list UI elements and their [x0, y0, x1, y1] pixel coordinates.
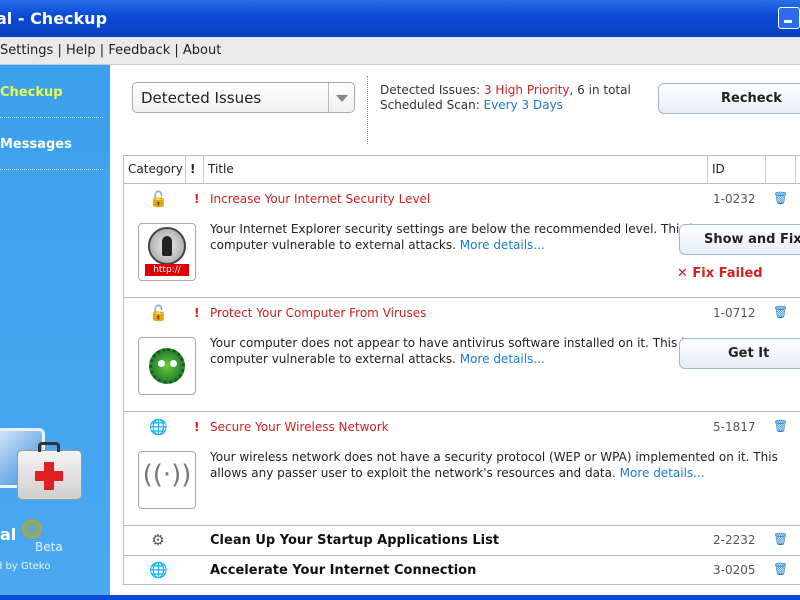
- by-gteko: d by Gteko: [0, 561, 51, 572]
- window-title: al - Checkup: [0, 9, 108, 28]
- detected-issues-summary: Detected Issues: 3 High Priority, 6 in t…: [380, 83, 631, 97]
- x-icon: ✕: [677, 266, 693, 281]
- table-row[interactable]: ⚙ Clean Up Your Startup Applications Lis…: [124, 526, 800, 556]
- scheduled-scan: Scheduled Scan: Every 3 Days: [380, 98, 563, 112]
- issue-title[interactable]: Protect Your Computer From Viruses: [210, 306, 426, 320]
- label: Scheduled Scan:: [380, 98, 484, 112]
- trash-icon[interactable]: 🗑: [773, 305, 788, 319]
- security-keyhole-icon: http://: [138, 223, 196, 281]
- table-row[interactable]: 🌐 ! Secure Your Wireless Network 5-1817 …: [124, 412, 800, 526]
- sidebar-item-checkup[interactable]: Checkup: [0, 85, 63, 100]
- divider: [0, 169, 103, 170]
- beta-label: Beta: [35, 540, 63, 554]
- trash-icon[interactable]: 🗑: [773, 562, 788, 576]
- issue-id: 1-0232: [713, 192, 756, 206]
- issue-title[interactable]: Secure Your Wireless Network: [210, 420, 389, 434]
- menu-bar: Settings | Help | Feedback | About: [0, 37, 800, 65]
- priority-marker: !: [194, 420, 200, 434]
- col-extra: [796, 156, 800, 184]
- more-details-link[interactable]: More details...: [460, 238, 545, 252]
- priority-marker: !: [194, 192, 200, 206]
- priority-marker: !: [194, 306, 200, 320]
- col-id[interactable]: ID: [708, 156, 766, 184]
- label: Detected Issues:: [380, 83, 484, 97]
- issue-title[interactable]: Accelerate Your Internet Connection: [210, 563, 476, 578]
- trash-icon[interactable]: 🗑: [773, 419, 788, 433]
- scan-frequency-link[interactable]: Every 3 Days: [484, 98, 563, 112]
- trash-icon[interactable]: 🗑: [773, 532, 788, 546]
- show-and-fix-button[interactable]: Show and Fix: [679, 224, 800, 255]
- sidebar: Checkup Messages al Beta d by Gteko: [0, 65, 110, 595]
- globe-icon: 🌐: [149, 561, 168, 579]
- menu-feedback[interactable]: Feedback: [108, 43, 170, 58]
- http-label: http://: [145, 264, 189, 276]
- sidebar-item-messages[interactable]: Messages: [0, 137, 72, 152]
- more-details-link[interactable]: More details...: [460, 352, 545, 366]
- virus-icon: [138, 337, 196, 395]
- minimize-button[interactable]: [778, 7, 800, 29]
- issue-title[interactable]: Clean Up Your Startup Applications List: [210, 533, 499, 548]
- trash-icon[interactable]: 🗑: [773, 191, 788, 205]
- col-delete: [766, 156, 796, 184]
- menu-settings[interactable]: Settings: [0, 43, 53, 58]
- dropdown-value: Detected Issues: [141, 89, 262, 107]
- col-category[interactable]: Category: [124, 156, 186, 184]
- fix-failed-label: Fix Failed: [692, 266, 763, 281]
- table-row[interactable]: 🔓 ! Protect Your Computer From Viruses 1…: [124, 298, 800, 412]
- computer-firstaid-icon: [0, 420, 90, 510]
- lock-icon: 🔓: [149, 190, 168, 208]
- total-count: , 6 in total: [569, 83, 631, 97]
- table-row[interactable]: 🔓 ! Increase Your Internet Security Leve…: [124, 184, 800, 298]
- issue-id: 3-0205: [713, 563, 756, 577]
- recheck-button[interactable]: Recheck: [658, 83, 800, 114]
- brand-name: al: [0, 525, 17, 544]
- lock-icon: 🔓: [149, 304, 168, 322]
- col-priority[interactable]: !: [186, 156, 204, 184]
- issues-table: Category ! Title ID 🔓 ! Increase Your In…: [123, 155, 800, 585]
- divider: [367, 76, 368, 144]
- issue-id: 1-0712: [713, 306, 756, 320]
- get-it-button[interactable]: Get It: [679, 338, 800, 369]
- issue-title[interactable]: Increase Your Internet Security Level: [210, 192, 430, 206]
- table-row[interactable]: 🌐 Accelerate Your Internet Connection 3-…: [124, 556, 800, 586]
- globe-icon: 🌐: [149, 418, 168, 436]
- wireless-antenna-icon: ((·)): [138, 451, 196, 509]
- fix-status: ✕ Fix Failed: [677, 266, 763, 281]
- chevron-down-icon[interactable]: [328, 83, 354, 112]
- title-bar: al - Checkup: [0, 0, 800, 37]
- issue-id: 5-1817: [713, 420, 756, 434]
- menu-separator: |: [57, 43, 62, 58]
- menu-about[interactable]: About: [183, 43, 221, 58]
- gear-icon: ⚙: [151, 531, 165, 549]
- more-details-link[interactable]: More details...: [620, 466, 705, 480]
- menu-separator: |: [174, 43, 179, 58]
- view-dropdown[interactable]: Detected Issues: [132, 82, 355, 113]
- menu-separator: |: [99, 43, 105, 58]
- issue-description: Your wireless network does not have a se…: [210, 449, 800, 481]
- high-priority-count: 3 High Priority: [483, 83, 570, 97]
- logo-icon: [21, 519, 42, 539]
- window-border: [0, 595, 800, 600]
- issue-id: 2-2232: [713, 533, 756, 547]
- divider: [0, 117, 103, 118]
- col-title[interactable]: Title: [204, 156, 708, 184]
- menu-help[interactable]: Help: [66, 43, 96, 58]
